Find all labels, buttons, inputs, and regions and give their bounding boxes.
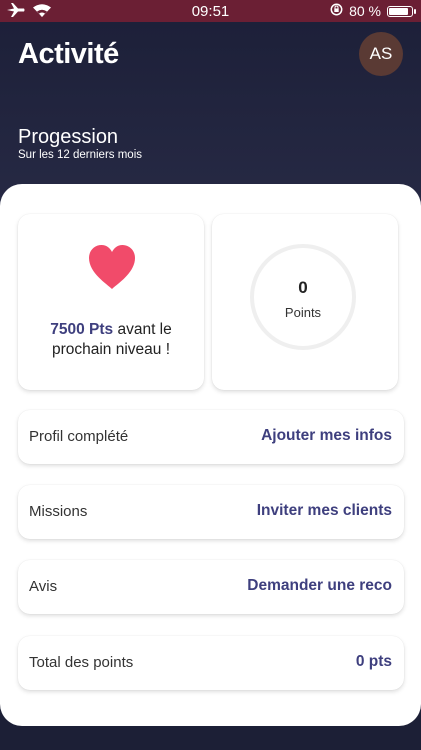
points-value: 0 <box>298 278 308 297</box>
row-profile: Profil complété Ajouter mes infos <box>18 410 404 464</box>
avatar[interactable]: AS <box>359 32 403 76</box>
page-title: Activité <box>18 38 119 70</box>
invite-clients-link[interactable]: Inviter mes clients <box>257 502 392 520</box>
request-reco-link[interactable]: Demander une reco <box>247 577 392 595</box>
status-right: 80 % <box>330 3 416 19</box>
rotation-lock-icon <box>330 3 343 19</box>
row-label: Total des points <box>29 654 134 671</box>
row-label: Profil complété <box>29 428 129 445</box>
progression-subtitle: Sur les 12 derniers mois <box>18 149 142 161</box>
activity-sheet: 7500 Pts avant le prochain niveau ! 0 Po… <box>0 184 421 726</box>
total-points-value: 0 pts <box>355 653 392 670</box>
row-total-points: Total des points 0 pts <box>18 636 404 690</box>
progression-title: Progession <box>18 126 119 148</box>
row-label: Avis <box>29 578 58 595</box>
row-reviews: Avis Demander une reco <box>18 560 404 614</box>
points-label: Points <box>284 305 322 320</box>
row-missions: Missions Inviter mes clients <box>18 485 404 539</box>
points-ring: 0 Points <box>250 244 356 350</box>
battery-icon <box>387 5 416 17</box>
heart-icon <box>87 244 137 290</box>
battery-percent: 80 % <box>349 3 381 19</box>
add-info-link[interactable]: Ajouter mes infos <box>261 427 392 445</box>
level-points-amount: 7500 Pts <box>50 321 114 338</box>
status-bar: 09:51 80 % <box>0 0 421 22</box>
points-card: 0 Points <box>212 214 398 390</box>
level-text: 7500 Pts avant le prochain niveau ! <box>26 320 196 360</box>
row-label: Missions <box>29 503 88 520</box>
level-card: 7500 Pts avant le prochain niveau ! <box>18 214 204 390</box>
